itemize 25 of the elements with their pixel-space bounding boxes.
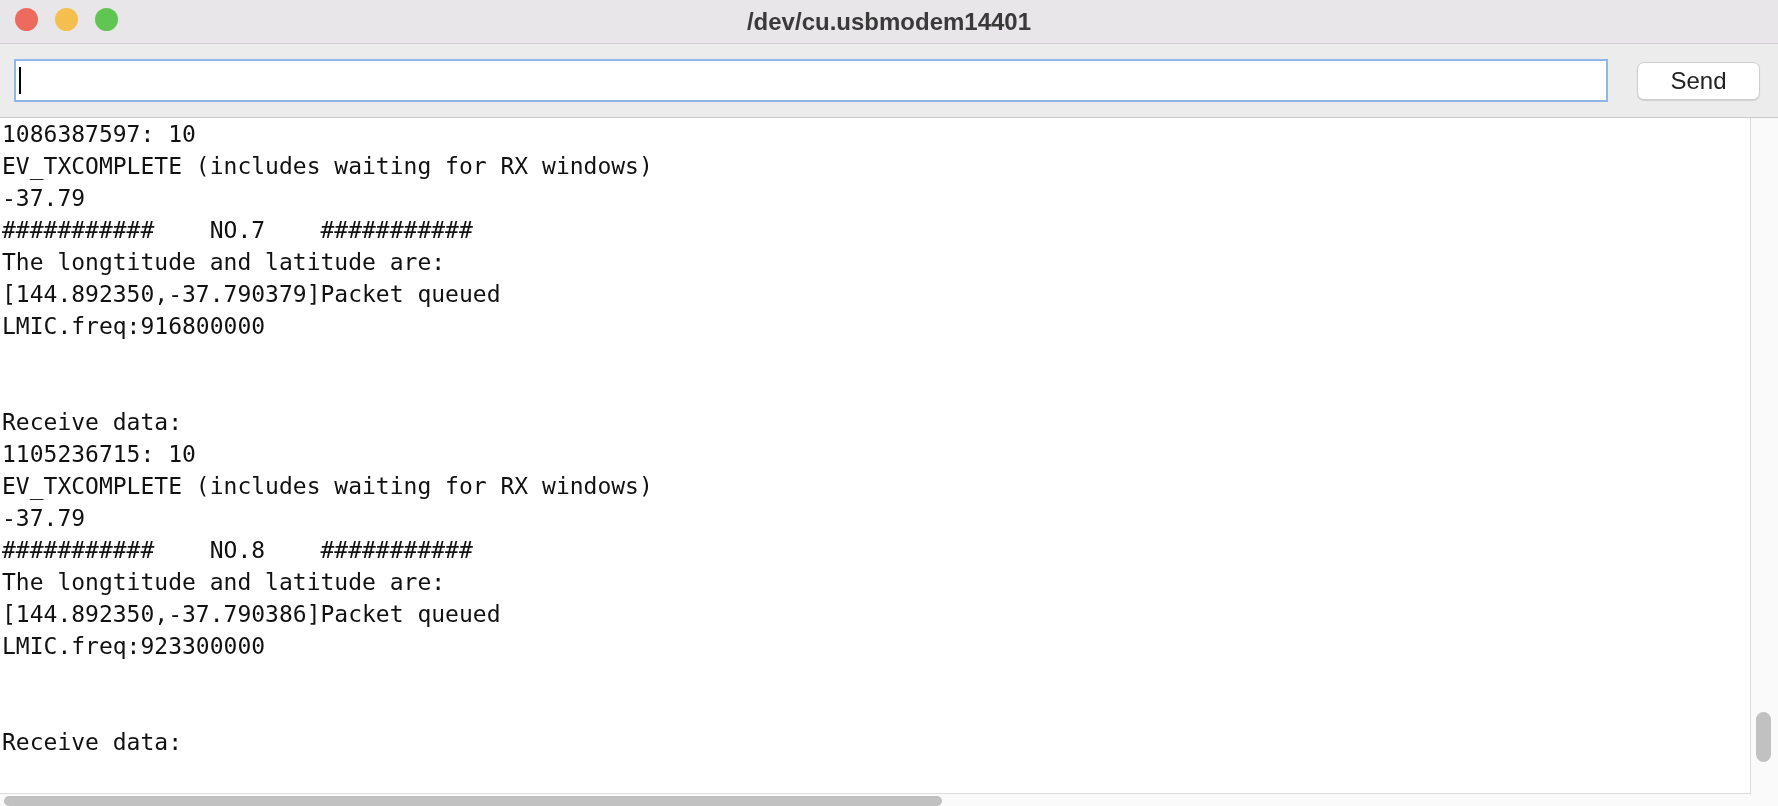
log-line: ########### NO.8 ########### [2, 536, 473, 565]
log-line: Receive data: [2, 408, 182, 437]
log-line: [144.892350,-37.790386]Packet queued [2, 600, 501, 629]
log-line: 1086387597: 10 [2, 120, 196, 149]
log-line: The longtitude and latitude are: [2, 248, 446, 277]
log-line: ########### NO.7 ########### [2, 216, 473, 245]
log-line: EV_TXCOMPLETE (includes waiting for RX windows) [2, 152, 653, 182]
scrollbar-thumb[interactable] [4, 796, 942, 806]
log-line: [144.892350,-37.790379]Packet queued [2, 280, 501, 309]
zoom-button[interactable] [95, 8, 118, 31]
minimize-button[interactable] [55, 8, 78, 31]
input-field[interactable] [14, 59, 1608, 102]
window-title: /dev/cu.usbmodem14401 [746, 7, 1032, 36]
log-line: LMIC.freq:916800000 [2, 312, 266, 341]
log-line: The longtitude and latitude are: [2, 568, 446, 597]
log-line: -37.79 [2, 504, 86, 533]
text-cursor [19, 67, 21, 94]
log-line: Receive data: [2, 728, 182, 757]
send-button[interactable]: Send [1637, 61, 1760, 100]
log-line: LMIC.freq:923300000 [2, 632, 266, 661]
log-line: EV_TXCOMPLETE (includes waiting for RX windows) [2, 472, 653, 502]
log-line: -37.79 [2, 184, 86, 213]
scrollbar-thumb[interactable] [1756, 712, 1771, 762]
close-button[interactable] [15, 8, 38, 31]
log-line: 1105236715: 10 [2, 440, 196, 469]
